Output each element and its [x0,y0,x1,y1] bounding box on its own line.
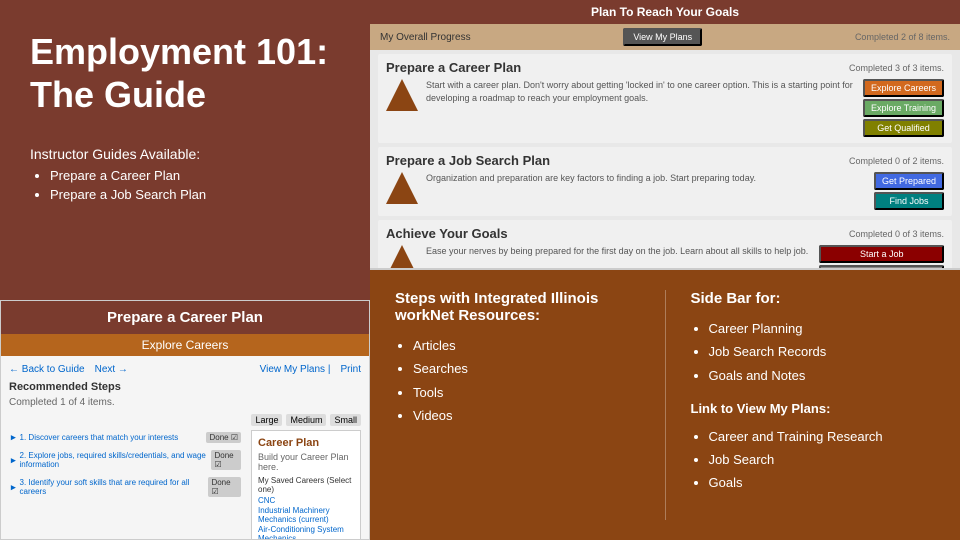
back-link[interactable]: ← Back to Guide [9,364,85,375]
screenshot-overlay: Prepare a Career Plan Explore Careers ← … [0,300,370,540]
link-item-career-training: Career and Training Research [709,425,936,448]
plan-completed-3: Completed 0 of 3 items. [849,229,944,239]
steps-item-articles: Articles [413,334,640,357]
info-panel-right: Side Bar for: Career Planning Job Search… [666,270,960,540]
plan-body-3: Ease your nerves by being prepared for t… [386,245,944,270]
plan-body-2: Organization and preparation are key fac… [386,172,944,210]
next-link[interactable]: Next → [95,364,128,375]
mock-size-btns: Large Medium Small [9,414,361,426]
start-job-button[interactable]: Start a Job [819,245,944,263]
explore-careers-button[interactable]: Explore Careers [863,79,944,97]
plan-buttons-2: Get Prepared Find Jobs [874,172,944,210]
plan-icon-3 [386,245,418,270]
instructor-list: Prepare a Career Plan Prepare a Job Sear… [30,168,340,202]
top-screenshot: Plan To Reach Your Goals My Overall Prog… [370,0,960,270]
page-title: Employment 101: The Guide [30,30,340,116]
left-panel: Employment 101: The Guide Instructor Gui… [0,0,370,540]
size-small[interactable]: Small [330,414,361,426]
overall-progress-bar: My Overall Progress View My Plans Comple… [370,24,960,50]
steps-list: Articles Searches Tools Videos [395,334,640,428]
mock-career-plan-card: Career Plan Build your Career Plan here.… [251,430,361,540]
overall-completed-label: Completed 2 of 8 items. [855,32,950,42]
mock-steps-header: Recommended Steps [9,381,361,393]
career-plan-banner: Prepare a Career Plan [1,301,369,334]
link-list: Career and Training Research Job Search … [691,425,936,495]
find-jobs-button[interactable]: Find Jobs [874,192,944,210]
link-item-job-search: Job Search [709,448,936,471]
plan-body-1: Start with a career plan. Don't worry ab… [386,79,944,137]
sidebar-title: Side Bar for: [691,290,936,307]
progress-header: Plan To Reach Your Goals [370,0,960,24]
sidebar-list: Career Planning Job Search Records Goals… [691,317,936,387]
mock-step-1: ▸ 1. Discover careers that match your in… [9,430,243,445]
plan-title-1: Prepare a Career Plan [386,60,521,75]
get-prepared-button[interactable]: Get Prepared [874,172,944,190]
plan-section-header-1: Prepare a Career Plan Completed 3 of 3 i… [386,60,944,75]
link-section: Link to View My Plans: Career and Traini… [691,397,936,495]
plan-title-3: Achieve Your Goals [386,226,508,241]
steps-item-videos: Videos [413,404,640,427]
get-qualified-button[interactable]: Get Qualified [863,119,944,137]
explore-training-button[interactable]: Explore Training [863,99,944,117]
instructor-item-2: Prepare a Job Search Plan [50,187,340,202]
info-panel-left: Steps with Integrated Illinois workNet R… [370,270,665,540]
plan-buttons-1: Explore Careers Explore Training Get Qua… [863,79,944,137]
mock-steps-list: ▸ 1. Discover careers that match your in… [9,430,243,540]
set-financial-goals-button[interactable]: Set Financial Goals [819,265,944,270]
sidebar-item-goals: Goals and Notes [709,364,936,387]
mock-step-3: ▸ 3. Identify your soft skills that are … [9,475,243,499]
mock-screen: ← Back to Guide Next → View My Plans | P… [1,356,369,540]
plan-section-career: Prepare a Career Plan Completed 3 of 3 i… [378,54,952,143]
bottom-panels: Steps with Integrated Illinois workNet R… [370,270,960,540]
plan-section-goals: Achieve Your Goals Completed 0 of 3 item… [378,220,952,270]
plan-section-header-3: Achieve Your Goals Completed 0 of 3 item… [386,226,944,241]
link-item-goals: Goals [709,471,936,494]
instructor-item-1: Prepare a Career Plan [50,168,340,183]
instructor-label: Instructor Guides Available: [30,146,340,162]
plan-icon-2 [386,172,418,204]
plan-desc-2: Organization and preparation are key fac… [426,172,866,185]
view-my-plans-button[interactable]: View My Plans [623,28,702,46]
instructor-area: Instructor Guides Available: Prepare a C… [0,136,370,226]
overall-progress-label: My Overall Progress [380,32,471,43]
plan-title-2: Prepare a Job Search Plan [386,153,550,168]
print-link[interactable]: Print [340,364,361,375]
mock-content-row: ▸ 1. Discover careers that match your in… [9,430,361,540]
steps-title: Steps with Integrated Illinois workNet R… [395,290,640,324]
view-my-plans-link[interactable]: View My Plans | [260,364,331,375]
plan-buttons-3: Start a Job Set Financial Goals Practice… [819,245,944,270]
mock-step-2: ▸ 2. Explore jobs, required skills/crede… [9,448,243,472]
plan-icon-1 [386,79,418,111]
link-title: Link to View My Plans: [691,397,936,420]
plan-desc-1: Start with a career plan. Don't worry ab… [426,79,855,104]
mock-progress: Completed 1 of 4 items. [9,397,361,408]
size-large[interactable]: Large [251,414,282,426]
mock-nav: ← Back to Guide Next → View My Plans | P… [9,364,361,375]
plan-completed-1: Completed 3 of 3 items. [849,63,944,73]
size-medium[interactable]: Medium [286,414,326,426]
steps-item-searches: Searches [413,357,640,380]
right-panel: Plan To Reach Your Goals My Overall Prog… [370,0,960,540]
title-area: Employment 101: The Guide [0,0,370,136]
sidebar-item-job-search: Job Search Records [709,340,936,363]
steps-item-tools: Tools [413,381,640,404]
plan-completed-2: Completed 0 of 2 items. [849,156,944,166]
plan-desc-3: Ease your nerves by being prepared for t… [426,245,811,258]
sidebar-item-career-planning: Career Planning [709,317,936,340]
main-container: Employment 101: The Guide Instructor Gui… [0,0,960,540]
career-plan-sub: Explore Careers [1,334,369,356]
plan-section-job: Prepare a Job Search Plan Completed 0 of… [378,147,952,216]
plan-section-header-2: Prepare a Job Search Plan Completed 0 of… [386,153,944,168]
